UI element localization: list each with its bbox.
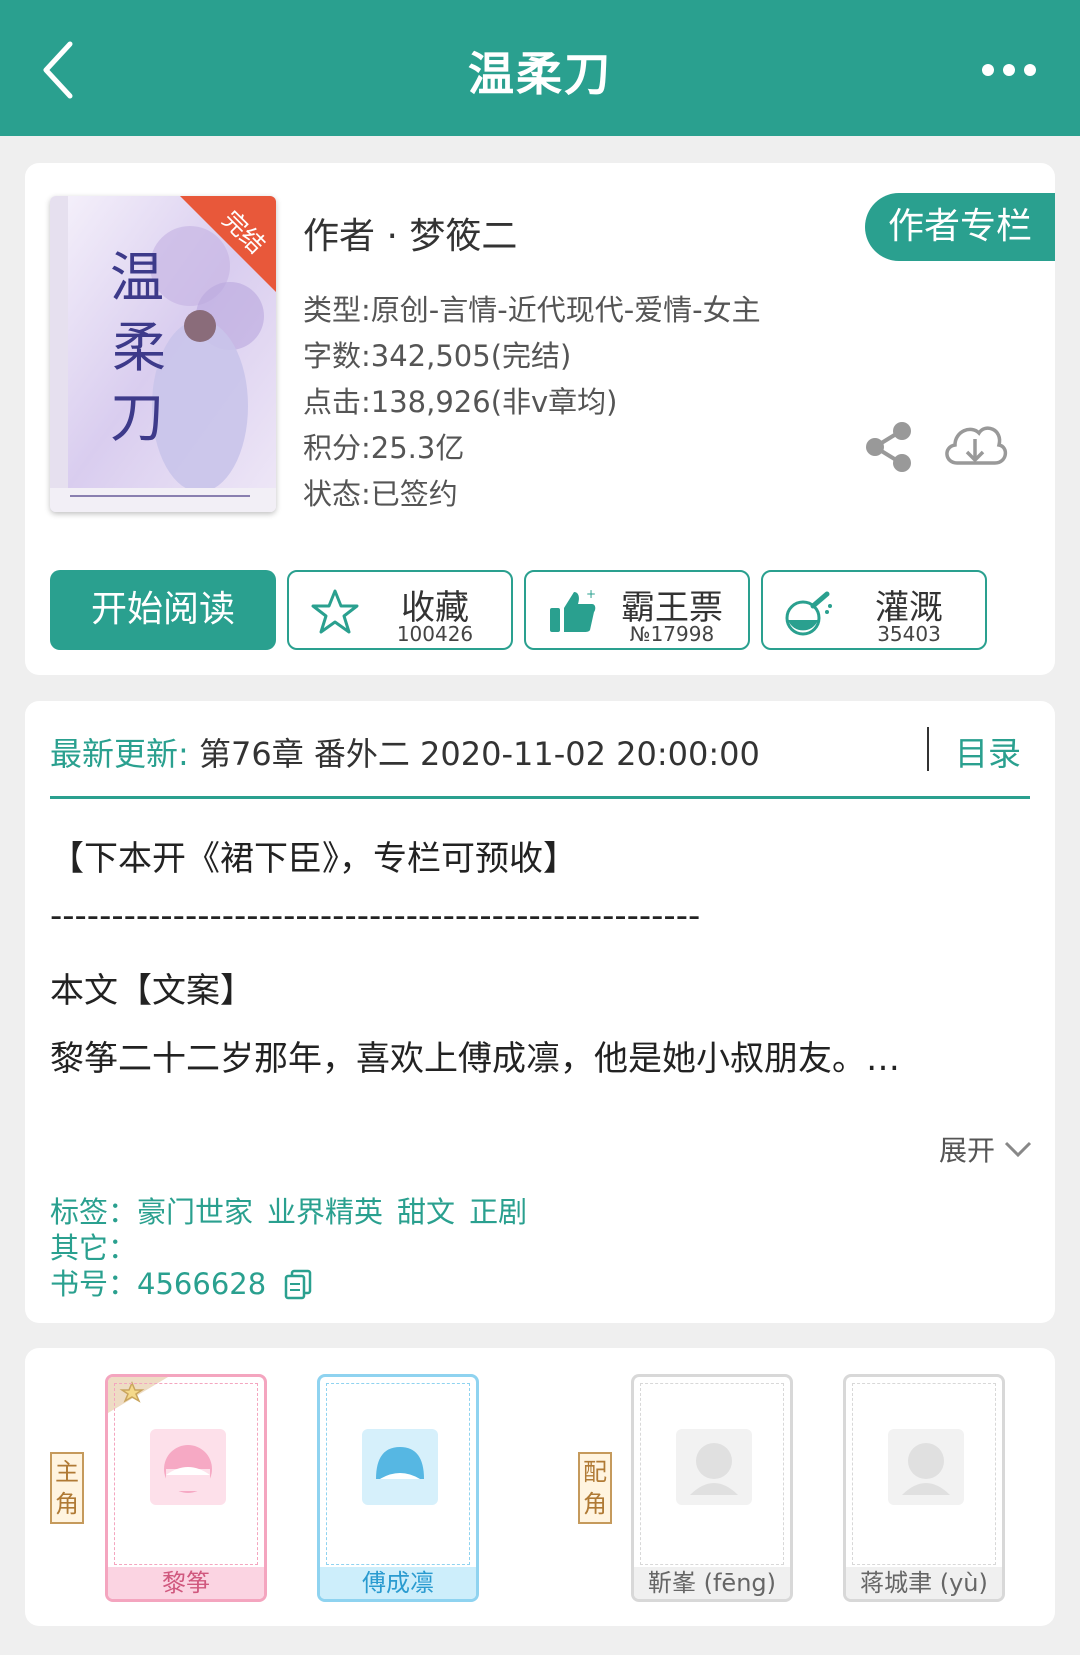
book-info-card: 完结 温 柔 刀 作者 · 梦筱二 作者专栏 类型:原创-言情-近代现代-爱情-… [25, 163, 1055, 675]
book-meta: 类型:原创-言情-近代现代-爱情-女主 字数:342,505(完结) 点击:13… [303, 287, 761, 517]
book-number-label: 书号： [50, 1267, 138, 1301]
cover-title-char-1: 温 [110, 246, 164, 309]
chevron-down-icon [1004, 1141, 1032, 1158]
book-score: 积分:25.3亿 [303, 431, 465, 465]
character-name: 黎筝 [108, 1567, 264, 1599]
character-name: 傅成凛 [320, 1567, 476, 1599]
star-icon [309, 586, 361, 638]
book-number-row: 书号：4566628 [50, 1261, 313, 1303]
top-bar: 温柔刀 [0, 0, 1080, 136]
latest-update-text: 第76章 番外二 2020-11-02 20:00:00 [188, 735, 760, 773]
copy-icon[interactable] [283, 1268, 313, 1300]
avatar [362, 1429, 438, 1505]
book-cover[interactable]: 完结 温 柔 刀 [50, 196, 276, 512]
expand-label: 展开 [938, 1134, 995, 1167]
svg-text:+: + [586, 587, 596, 601]
cover-title-char-3: 刀 [110, 386, 164, 449]
tag[interactable]: 甜文 [397, 1195, 455, 1229]
tag[interactable]: 豪门世家 [137, 1195, 253, 1229]
book-number: 4566628 [137, 1267, 267, 1301]
collect-count: 100426 [396, 622, 474, 646]
expand-button[interactable]: 展开 [939, 1129, 1033, 1169]
vote-button[interactable]: + 霸王票 №17998 [524, 570, 750, 650]
book-clicks: 点击:138,926(非v章均) [303, 385, 618, 419]
tags-label: 标签： [50, 1195, 138, 1229]
author-column-button[interactable]: 作者专栏 [865, 193, 1055, 261]
thumbs-up-icon: + [546, 586, 598, 638]
characters-card: 主角 配角 黎筝 傅成凛 靳峯 (fēng) 蒋城聿 (yù) [25, 1348, 1055, 1626]
watering-flask-icon [783, 586, 835, 638]
book-words: 字数:342,505(完结) [303, 339, 572, 373]
vote-count: №17998 [629, 622, 715, 646]
water-button[interactable]: 灌溉 35403 [761, 570, 987, 650]
avatar [150, 1429, 226, 1505]
description-line: ----------------------------------------… [50, 896, 701, 936]
page-title: 温柔刀 [468, 47, 612, 101]
main-role-tag: 主角 [50, 1452, 84, 1524]
divider [50, 796, 1030, 799]
character-card-jiangchengyu[interactable]: 蒋城聿 (yù) [843, 1374, 1005, 1602]
description-line: 本文【文案】 [50, 971, 254, 1011]
cover-title-char-2: 柔 [112, 316, 166, 379]
divider [927, 727, 929, 771]
collect-button[interactable]: 收藏 100426 [287, 570, 513, 650]
book-status: 状态:已签约 [303, 477, 458, 511]
character-card-jinfeng[interactable]: 靳峯 (fēng) [631, 1374, 793, 1602]
character-card-lizheng[interactable]: 黎筝 [105, 1374, 267, 1602]
download-cloud-icon[interactable] [941, 417, 1009, 473]
character-name: 靳峯 (fēng) [634, 1567, 790, 1599]
start-reading-button[interactable]: 开始阅读 [50, 570, 276, 650]
avatar [888, 1429, 964, 1505]
character-card-fuchenglin[interactable]: 傅成凛 [317, 1374, 479, 1602]
table-of-contents-link[interactable]: 目录 [955, 727, 1021, 775]
tag[interactable]: 正剧 [469, 1195, 527, 1229]
latest-update-label: 最新更新: [50, 735, 189, 773]
description-line: 黎筝二十二岁那年，喜欢上傅成凛，他是她小叔朋友。… [50, 1039, 900, 1079]
support-role-tag: 配角 [578, 1452, 612, 1524]
description-card: 最新更新: 第76章 番外二 2020-11-02 20:00:00 目录 【下… [25, 701, 1055, 1323]
tag[interactable]: 业界精英 [267, 1195, 383, 1229]
author-name[interactable]: 作者 · 梦筱二 [303, 207, 517, 259]
latest-update[interactable]: 最新更新: 第76章 番外二 2020-11-02 20:00:00 [50, 729, 760, 775]
water-count: 35403 [877, 622, 941, 646]
avatar [676, 1429, 752, 1505]
description-line: 【下本开《裙下臣》，专栏可预收】 [50, 839, 577, 879]
character-name: 蒋城聿 (yù) [846, 1567, 1002, 1599]
book-type: 类型:原创-言情-近代现代-爱情-女主 [303, 293, 761, 327]
other-label: 其它： [50, 1231, 138, 1265]
share-icon[interactable] [863, 421, 915, 473]
more-icon[interactable] [974, 50, 1044, 90]
